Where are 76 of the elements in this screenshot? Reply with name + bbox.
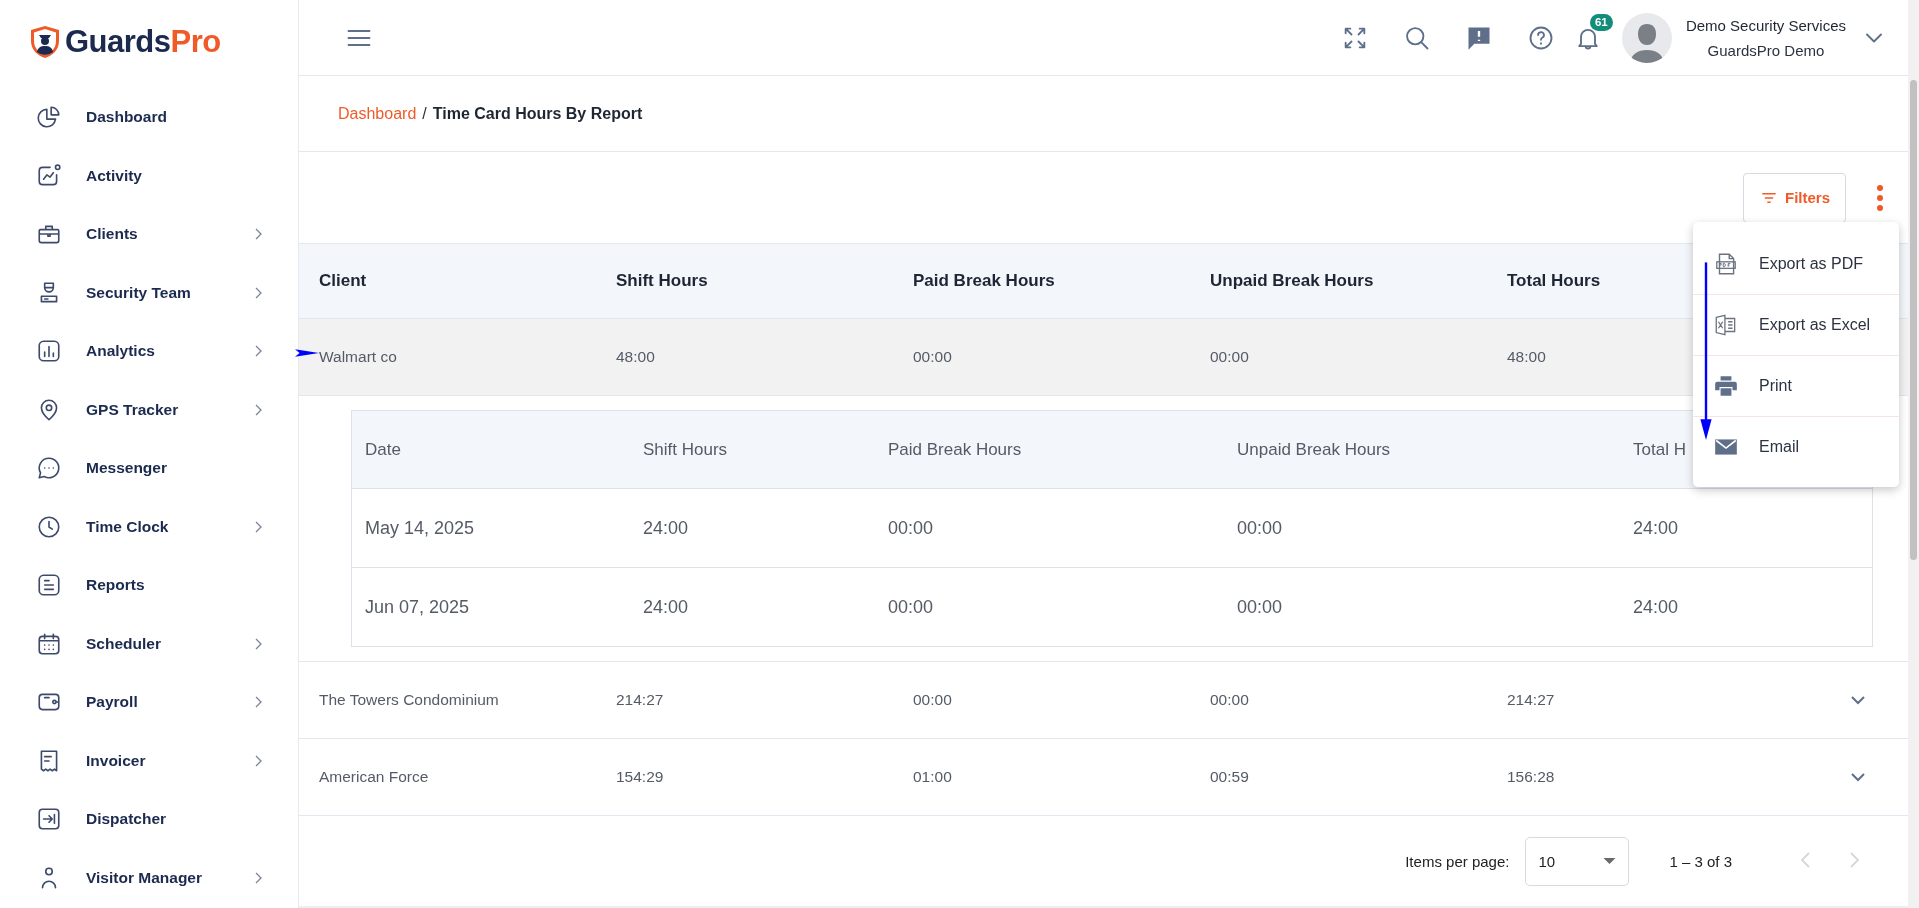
table-cell: 24:00	[1633, 517, 1679, 539]
table-cell: 48:00	[1507, 348, 1546, 366]
sidebar-item[interactable]: Analytics	[0, 322, 298, 381]
breadcrumb-separator: /	[422, 104, 427, 123]
table-cell: 00:00	[913, 691, 952, 709]
page-size-select[interactable]: 10	[1525, 836, 1630, 886]
items-per-page-label: Items per page:	[1405, 852, 1510, 870]
column-header: Unpaid Break Hours	[1210, 271, 1374, 291]
table-cell: 00:00	[1210, 348, 1249, 366]
more-options-icon[interactable]	[1876, 182, 1886, 213]
user-name: Demo Security Services	[1685, 16, 1846, 34]
sidebar-item[interactable]: Reports	[0, 556, 298, 615]
table-cell: 24:00	[643, 517, 689, 539]
column-header: Shift Hours	[643, 439, 728, 460]
sidebar-item[interactable]: Dashboard	[0, 88, 298, 147]
sidebar-item[interactable]: Visitor Manager	[0, 848, 298, 907]
sidebar-item[interactable]: Clients	[0, 205, 298, 264]
table-cell: 00:00	[888, 596, 934, 618]
page-range: 1 – 3 of 3	[1669, 852, 1732, 870]
document-icon	[36, 572, 62, 599]
menu-item[interactable]: Print	[1693, 356, 1899, 417]
column-header: Paid Break Hours	[913, 271, 1055, 291]
table-cell: 214:27	[1507, 691, 1555, 709]
clock-icon	[36, 513, 62, 540]
bar-chart-icon	[36, 338, 62, 365]
sidebar-item[interactable]: Invoicer	[0, 731, 298, 790]
table-cell: Walmart co	[319, 348, 397, 366]
table-cell: 00:59	[1210, 768, 1249, 786]
caret-down-icon	[1603, 857, 1617, 865]
sidebar-item[interactable]: Security Team	[0, 263, 298, 322]
menu-item[interactable]: Export as PDF	[1693, 234, 1899, 295]
table-cell: 24:00	[1633, 596, 1679, 618]
table-cell: The Towers Condominium	[319, 691, 499, 709]
annotation-arrow	[295, 346, 319, 360]
column-header: Total Hours	[1507, 271, 1601, 291]
notification-badge: 61	[1589, 13, 1613, 31]
pie-chart-icon	[36, 104, 62, 131]
table-cell: May 14, 2025	[365, 517, 475, 539]
calendar-icon	[36, 630, 62, 657]
menu-item[interactable]: Export as Excel	[1693, 295, 1899, 356]
table-cell: 154:29	[616, 768, 664, 786]
shield-logo-icon	[29, 24, 61, 60]
sidebar-item[interactable]: Activity	[0, 146, 298, 205]
chat-icon	[36, 455, 62, 482]
login-icon	[36, 806, 62, 833]
printer-icon	[1713, 373, 1739, 399]
column-header: Paid Break Hours	[888, 439, 1022, 460]
column-header: Date	[365, 439, 401, 460]
column-header: Shift Hours	[616, 271, 708, 291]
table-cell: 01:00	[913, 768, 952, 786]
table-cell: 214:27	[616, 691, 664, 709]
pdf-file-icon	[1713, 251, 1739, 277]
table-cell: 00:00	[913, 348, 952, 366]
scrollbar[interactable]	[1908, 0, 1919, 908]
menu-item[interactable]: Email	[1693, 417, 1899, 477]
sidebar-item[interactable]: GPS Tracker	[0, 380, 298, 439]
sidebar-item[interactable]: Messenger	[0, 439, 298, 498]
table-cell: American Force	[319, 768, 429, 786]
table-cell: 00:00	[1237, 596, 1283, 618]
column-header: Unpaid Break Hours	[1237, 439, 1391, 460]
table-cell: 48:00	[616, 348, 655, 366]
column-header: Total H	[1633, 439, 1686, 460]
table-cell: 24:00	[643, 596, 689, 618]
column-header: Client	[319, 271, 367, 291]
table-cell: 00:00	[1237, 517, 1283, 539]
sidebar-item[interactable]: Scheduler	[0, 614, 298, 673]
table-cell: 156:28	[1507, 768, 1555, 786]
table-cell: 00:00	[888, 517, 934, 539]
logo-wordmark: GuardsPro	[65, 24, 221, 60]
sidebar-item[interactable]: Dispatcher	[0, 790, 298, 849]
sidebar-item[interactable]: Time Clock	[0, 497, 298, 556]
table-cell: Jun 07, 2025	[365, 596, 470, 618]
sidebar-item[interactable]: Payroll	[0, 673, 298, 732]
page-title: Time Card Hours By Report	[432, 104, 643, 123]
table-cell: 00:00	[1210, 691, 1249, 709]
organization-name: GuardsPro Demo	[1707, 41, 1825, 59]
